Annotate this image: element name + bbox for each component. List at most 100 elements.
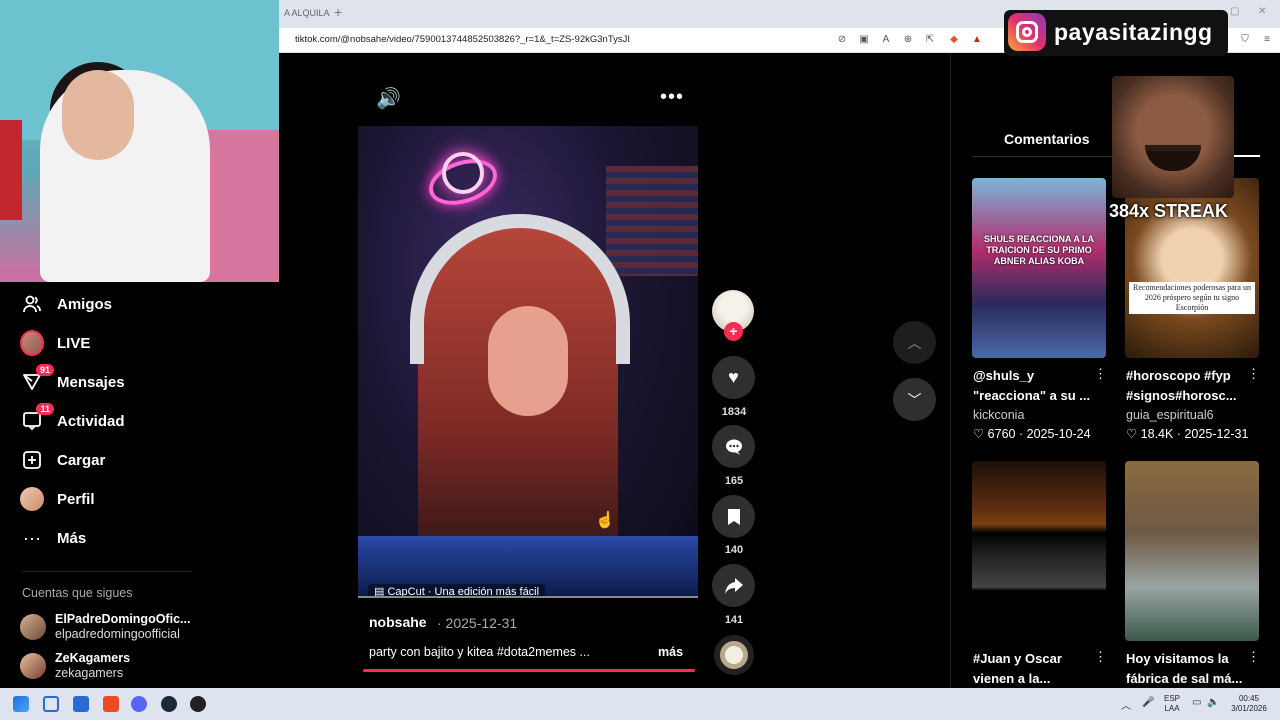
vpn-icon[interactable]: ⛉ bbox=[1238, 33, 1252, 47]
video-progress[interactable] bbox=[358, 596, 698, 598]
volume-icon[interactable]: 🔊 bbox=[376, 86, 401, 111]
sidebar-item-label: Amigos bbox=[57, 295, 113, 313]
sidebar-item-label: Perfil bbox=[57, 490, 95, 508]
card-title[interactable]: @shuls_y "reacciona" a su ... bbox=[973, 366, 1093, 406]
task-view-icon[interactable] bbox=[43, 696, 59, 712]
card-meta: ♡ 18.4K · 2025-12-31 bbox=[1126, 426, 1248, 441]
share-arrow-icon bbox=[724, 577, 743, 594]
clock[interactable]: 00:45 3/01/2026 bbox=[1226, 694, 1272, 714]
sidebar-item-mensajes[interactable]: 91 Mensajes bbox=[20, 364, 125, 394]
brave-icon[interactable] bbox=[103, 696, 119, 712]
following-title: Cuentas que sigues bbox=[22, 586, 133, 600]
share-button[interactable] bbox=[712, 564, 755, 607]
video-caption: party con bajito y kitea #dota2memes ... bbox=[369, 645, 590, 659]
next-video-button[interactable]: ﹀ bbox=[893, 378, 936, 421]
translate-icon[interactable]: A bbox=[879, 33, 893, 47]
webcam-overlay bbox=[0, 0, 279, 282]
following-account[interactable]: ElPadreDomingoOfic... elpadredomingooffi… bbox=[20, 612, 190, 642]
save-count: 140 bbox=[724, 544, 744, 556]
picture-icon[interactable]: ▣ bbox=[857, 33, 871, 47]
steam-icon[interactable] bbox=[161, 696, 177, 712]
thumbnail-text: Recomendaciones poderosas para un 2026 p… bbox=[1129, 282, 1255, 314]
following-name: ZeKagamers bbox=[55, 651, 131, 665]
video-thumbnail[interactable] bbox=[1125, 461, 1259, 641]
video-player[interactable] bbox=[358, 126, 698, 596]
card-author[interactable]: kickconia bbox=[973, 408, 1024, 422]
more-icon: ··· bbox=[23, 527, 41, 548]
instagram-icon bbox=[1008, 13, 1046, 51]
network-icon[interactable]: ▭ bbox=[1192, 697, 1201, 708]
share-icon[interactable]: ⇱ bbox=[923, 33, 937, 47]
activity-icon: 11 bbox=[20, 403, 54, 433]
following-name: ElPadreDomingoOfic... bbox=[55, 612, 191, 626]
windows-start-icon[interactable] bbox=[13, 696, 29, 712]
video-neon-planet bbox=[442, 152, 484, 194]
sidebar-item-perfil[interactable]: Perfil bbox=[20, 487, 95, 511]
sidebar: Amigos LIVE 91 Mensajes 11 Actividad Car… bbox=[0, 282, 279, 688]
save-button[interactable] bbox=[712, 495, 755, 538]
sidebar-item-live[interactable]: LIVE bbox=[20, 330, 91, 356]
video-shelf bbox=[606, 166, 698, 276]
screen: A ALQUILA + — ▢ ✕ tiktok.com/@nobsahe/vi… bbox=[0, 0, 1280, 720]
video-options-icon[interactable]: ••• bbox=[660, 86, 684, 109]
new-tab-button[interactable]: + bbox=[334, 4, 342, 20]
sidebar-item-cargar[interactable]: Cargar bbox=[20, 448, 105, 472]
comment-icon bbox=[725, 439, 742, 455]
card-likes: ♡ 6760 bbox=[973, 427, 1016, 441]
card-title[interactable]: Hoy visitamos la fábrica de sal má... bbox=[1126, 649, 1246, 689]
card-date: · 2025-12-31 bbox=[1176, 427, 1249, 441]
comment-button[interactable] bbox=[712, 425, 755, 468]
card-menu-icon[interactable]: ⋮ bbox=[1094, 366, 1107, 382]
reader-icon[interactable]: ⊘ bbox=[835, 33, 849, 47]
live-avatar bbox=[20, 330, 44, 356]
webcam-face bbox=[62, 70, 134, 160]
sidebar-item-actividad[interactable]: 11 Actividad bbox=[20, 403, 125, 433]
video-author[interactable]: nobsahe bbox=[369, 614, 427, 630]
video-progress-bar[interactable] bbox=[363, 669, 695, 672]
maximize-icon[interactable]: ▢ bbox=[1230, 6, 1239, 17]
brave-shield-icon[interactable]: ◆ bbox=[947, 33, 961, 47]
close-icon[interactable]: ✕ bbox=[1258, 6, 1266, 17]
card-likes: ♡ 18.4K bbox=[1126, 427, 1174, 441]
following-account[interactable]: ZeKagamers zekagamers bbox=[20, 651, 130, 681]
menu-icon[interactable]: ≡ bbox=[1260, 33, 1274, 47]
comment-count: 165 bbox=[724, 475, 744, 487]
sidebar-item-label: LIVE bbox=[57, 334, 91, 352]
language-code: ESP bbox=[1163, 694, 1180, 703]
video-thumbnail[interactable]: SHULS REACCIONA A LA TRAICION DE SU PRIM… bbox=[972, 178, 1106, 358]
tab-comments[interactable]: Comentarios bbox=[1004, 131, 1090, 147]
video-thumbnail[interactable] bbox=[972, 461, 1106, 641]
browser-tab[interactable]: A ALQUILA bbox=[280, 4, 340, 28]
avatar bbox=[20, 614, 46, 640]
card-title[interactable]: #Juan y Oscar vienen a la... bbox=[973, 649, 1093, 689]
explorer-icon[interactable] bbox=[73, 696, 89, 712]
thumbnail-text: SHULS REACCIONA A LA TRAICION DE SU PRIM… bbox=[984, 234, 1094, 266]
card-menu-icon[interactable]: ⋮ bbox=[1247, 649, 1260, 665]
sidebar-item-mas[interactable]: ··· Más bbox=[20, 526, 86, 550]
card-author[interactable]: guia_espiritual6 bbox=[1126, 408, 1214, 422]
follow-plus-icon[interactable]: + bbox=[724, 322, 743, 341]
messages-icon: 91 bbox=[20, 364, 54, 394]
discord-icon[interactable] bbox=[131, 696, 147, 712]
sidebar-item-amigos[interactable]: Amigos bbox=[20, 292, 112, 316]
tray-chevron-icon[interactable]: ︿ bbox=[1121, 697, 1131, 712]
music-disc[interactable] bbox=[714, 635, 754, 675]
like-button[interactable]: ♥ bbox=[712, 356, 755, 399]
card-menu-icon[interactable]: ⋮ bbox=[1094, 649, 1107, 665]
previous-video-button[interactable]: ︿ bbox=[893, 321, 936, 364]
obs-icon[interactable] bbox=[190, 696, 206, 712]
microphone-icon[interactable]: 🎤 bbox=[1142, 697, 1154, 708]
card-date: · 2025-10-24 bbox=[1018, 427, 1091, 441]
language-indicator[interactable]: ESP LAA bbox=[1160, 694, 1184, 714]
volume-tray-icon[interactable]: 🔈 bbox=[1207, 697, 1219, 708]
rewards-icon[interactable]: ▲ bbox=[970, 33, 984, 47]
sidebar-item-label: Actividad bbox=[57, 412, 125, 430]
card-meta: ♡ 6760 · 2025-10-24 bbox=[973, 426, 1091, 441]
caption-more-link[interactable]: más bbox=[658, 645, 683, 659]
card-menu-icon[interactable]: ⋮ bbox=[1247, 366, 1260, 382]
friends-icon bbox=[20, 292, 44, 316]
bookmark-icon bbox=[727, 508, 740, 525]
card-title[interactable]: #horoscopo #fyp #signos#horosc... bbox=[1126, 366, 1246, 406]
zoom-icon[interactable]: ⊕ bbox=[901, 33, 915, 47]
url-text[interactable]: tiktok.com/@nobsahe/video/75900137448525… bbox=[295, 34, 630, 45]
